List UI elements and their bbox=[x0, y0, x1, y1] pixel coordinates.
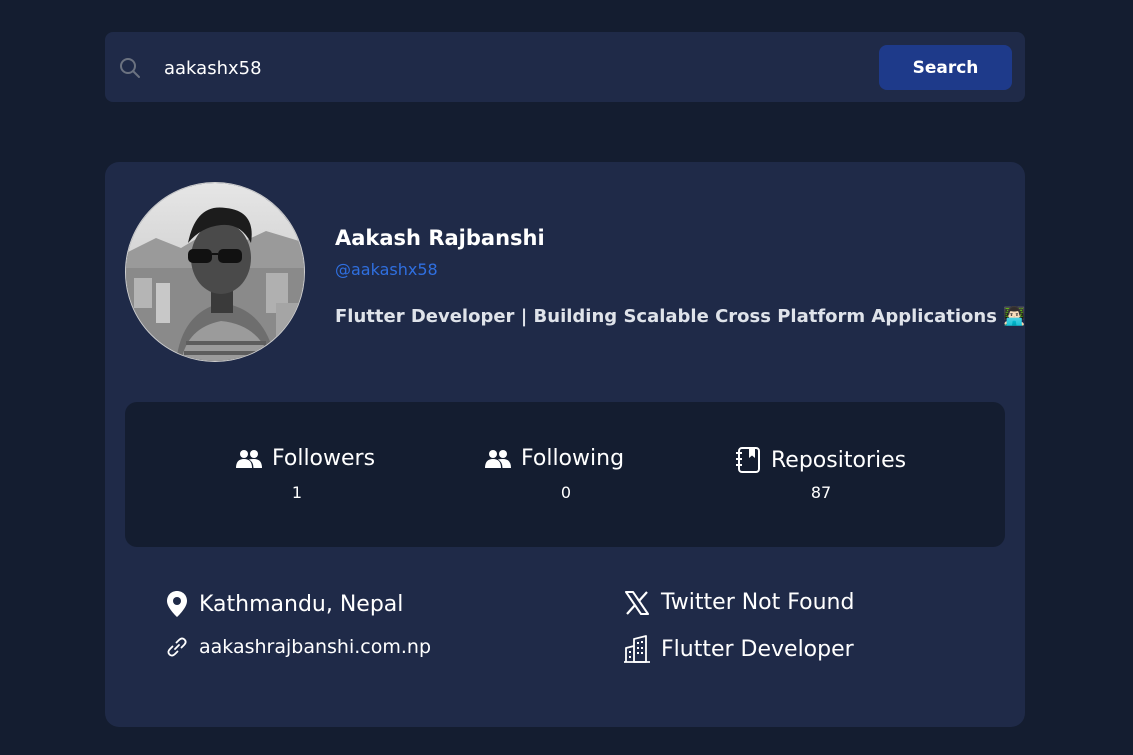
repositories-label: Repositories bbox=[771, 447, 907, 473]
users-icon bbox=[485, 449, 511, 468]
stats-panel bbox=[125, 402, 1005, 547]
website-link[interactable]: aakashrajbanshi.com.np bbox=[199, 636, 431, 658]
search-input[interactable] bbox=[164, 52, 854, 84]
link-icon bbox=[167, 637, 187, 657]
users-icon bbox=[236, 449, 262, 468]
following-value: 0 bbox=[560, 483, 572, 502]
twitter-text: Twitter Not Found bbox=[661, 590, 855, 615]
book-icon bbox=[736, 447, 760, 473]
following-stat: Following bbox=[485, 446, 624, 471]
profile-bio: Flutter Developer | Building Scalable Cr… bbox=[335, 306, 1026, 327]
profile-login-link[interactable]: @aakashx58 bbox=[335, 260, 438, 279]
search-icon bbox=[120, 58, 140, 78]
followers-stat: Followers bbox=[236, 446, 375, 471]
avatar bbox=[125, 182, 305, 362]
repositories-value: 87 bbox=[810, 483, 832, 502]
followers-value: 1 bbox=[291, 483, 303, 502]
company-text: Flutter Developer bbox=[661, 636, 854, 662]
building-icon bbox=[624, 635, 650, 663]
following-label: Following bbox=[521, 446, 625, 471]
location-row: Kathmandu, Nepal bbox=[166, 590, 403, 618]
repositories-stat: Repositories bbox=[735, 446, 906, 474]
followers-label: Followers bbox=[272, 446, 376, 471]
x-twitter-icon bbox=[625, 590, 649, 615]
company-row: Flutter Developer bbox=[624, 635, 854, 663]
search-button[interactable]: Search bbox=[879, 45, 1012, 90]
profile-name: Aakash Rajbanshi bbox=[335, 226, 545, 250]
website-row[interactable]: aakashrajbanshi.com.np bbox=[166, 636, 431, 658]
twitter-row: Twitter Not Found bbox=[624, 590, 854, 615]
map-pin-icon bbox=[167, 591, 187, 617]
location-text: Kathmandu, Nepal bbox=[199, 591, 404, 617]
